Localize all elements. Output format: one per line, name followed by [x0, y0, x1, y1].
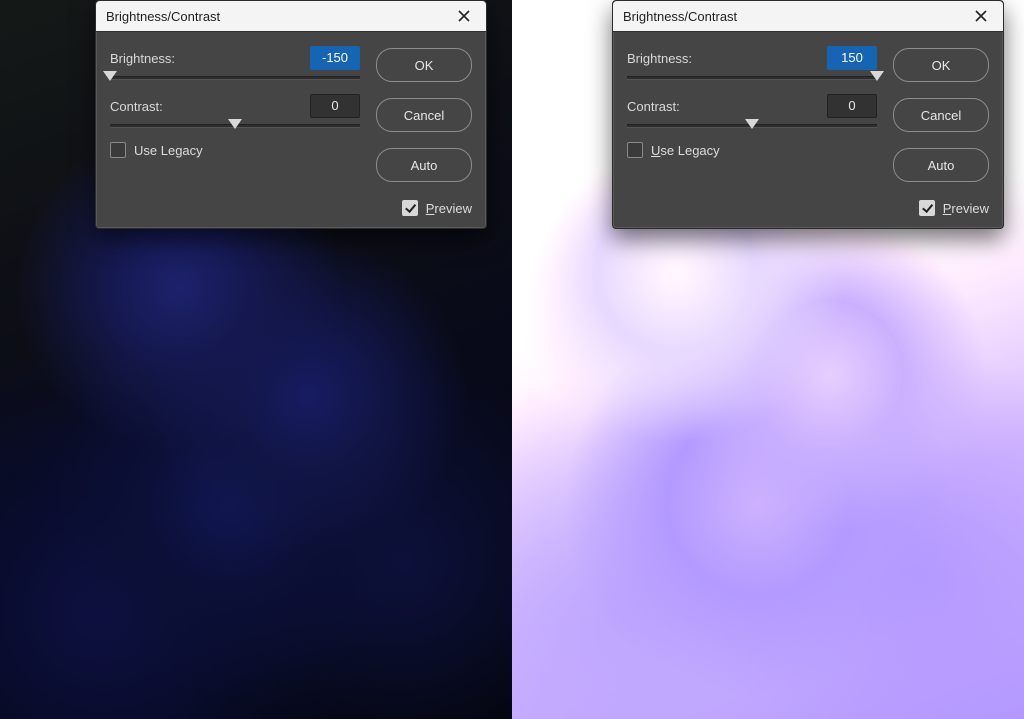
checkbox-icon [627, 142, 643, 158]
brightness-slider[interactable] [627, 76, 877, 80]
preview-checkbox[interactable]: Preview [919, 200, 989, 216]
brightness-contrast-dialog: Brightness/Contrast Brightness: 150 Cont… [612, 0, 1004, 229]
contrast-input[interactable]: 0 [310, 94, 360, 118]
pane-brightened: Brightness/Contrast Brightness: 150 Cont… [512, 0, 1024, 719]
dialog-titlebar[interactable]: Brightness/Contrast [613, 1, 1003, 32]
cancel-button[interactable]: Cancel [376, 98, 472, 132]
use-legacy-label: Use Legacy [134, 143, 203, 158]
brightness-label: Brightness: [627, 51, 692, 66]
brightness-input[interactable]: -150 [310, 46, 360, 70]
close-icon[interactable] [450, 5, 478, 27]
cancel-button[interactable]: Cancel [893, 98, 989, 132]
contrast-slider[interactable] [110, 124, 360, 128]
use-legacy-checkbox[interactable]: Use Legacy [627, 142, 877, 158]
pane-darkened: Brightness/Contrast Brightness: -150 Con… [0, 0, 512, 719]
auto-button[interactable]: Auto [376, 148, 472, 182]
preview-label: Preview [426, 201, 472, 216]
checkbox-icon [402, 200, 418, 216]
preview-checkbox[interactable]: Preview [402, 200, 472, 216]
dialog-titlebar[interactable]: Brightness/Contrast [96, 1, 486, 32]
contrast-input[interactable]: 0 [827, 94, 877, 118]
preview-label: Preview [943, 201, 989, 216]
contrast-slider[interactable] [627, 124, 877, 128]
brightness-input[interactable]: 150 [827, 46, 877, 70]
checkbox-icon [919, 200, 935, 216]
brightness-label: Brightness: [110, 51, 175, 66]
dialog-title: Brightness/Contrast [623, 9, 737, 24]
dialog-title: Brightness/Contrast [106, 9, 220, 24]
use-legacy-label: Use Legacy [651, 143, 720, 158]
use-legacy-checkbox[interactable]: Use Legacy [110, 142, 360, 158]
contrast-label: Contrast: [110, 99, 163, 114]
checkbox-icon [110, 142, 126, 158]
close-icon[interactable] [967, 5, 995, 27]
auto-button[interactable]: Auto [893, 148, 989, 182]
contrast-label: Contrast: [627, 99, 680, 114]
ok-button[interactable]: OK [893, 48, 989, 82]
ok-button[interactable]: OK [376, 48, 472, 82]
brightness-contrast-dialog: Brightness/Contrast Brightness: -150 Con… [95, 0, 487, 229]
brightness-slider[interactable] [110, 76, 360, 80]
